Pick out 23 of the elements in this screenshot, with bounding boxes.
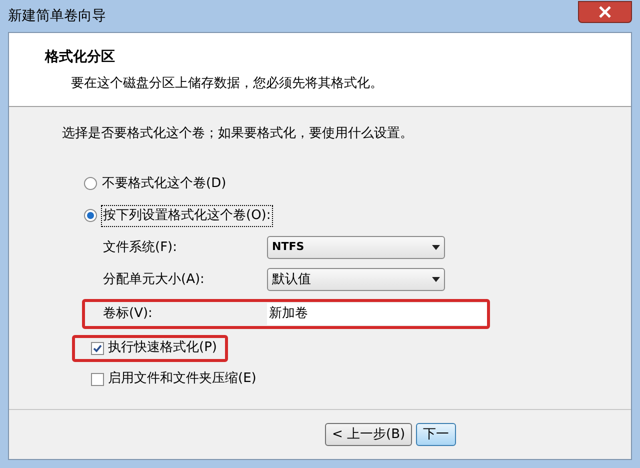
checkbox-option[interactable]: 执行快速格式化(P) [91, 338, 217, 358]
input-field[interactable]: 新加卷 [267, 302, 487, 324]
close-icon [599, 6, 611, 18]
field-label: 分配单元大小(A): [103, 270, 206, 289]
next-button[interactable]: 下一 [416, 423, 456, 446]
checkbox-option[interactable]: 启用文件和文件夹压缩(E) [91, 369, 256, 389]
dropdown[interactable]: 默认值 [267, 268, 445, 291]
back-button[interactable]: < 上一步(B) [325, 423, 412, 446]
instruction-text: 选择是否要格式化这个卷；如果要格式化，要使用什么设置。 [62, 125, 414, 143]
radio-button[interactable] [84, 176, 97, 190]
header-title: 格式化分区 [45, 48, 116, 67]
dropdown-arrow-icon [432, 245, 440, 250]
close-button[interactable] [578, 1, 632, 23]
field-label: 卷标(V): [103, 304, 154, 323]
window-title: 新建简单卷向导 [8, 6, 106, 26]
header-subtitle: 要在这个磁盘分区上储存数据，您必须先将其格式化。 [70, 75, 384, 93]
checkbox[interactable] [91, 342, 104, 354]
dropdown[interactable]: NTFS [267, 236, 445, 259]
dropdown-arrow-icon [432, 277, 440, 282]
radio-button[interactable] [84, 209, 97, 222]
radio-option[interactable]: 不要格式化这个卷(D) [84, 174, 228, 193]
field-label: 文件系统(F): [103, 238, 178, 257]
checkbox[interactable] [91, 372, 104, 386]
